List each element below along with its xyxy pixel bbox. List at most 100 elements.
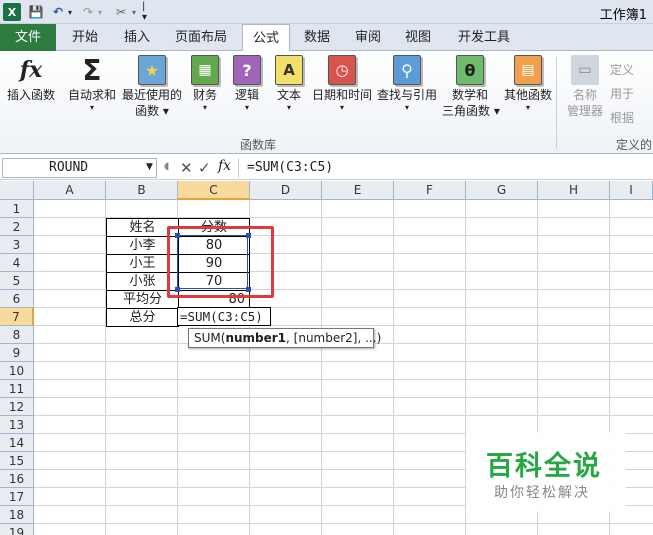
gridline-row bbox=[34, 361, 653, 362]
ribbon-formulas: fx 插入函数 Σ 自动求和 ▾ ★ 最近使用的 函数 ▾ ▦ 财务 ▾ ? 逻… bbox=[0, 51, 653, 154]
name-manager-label: 名称 bbox=[572, 88, 597, 102]
tab-page-layout[interactable]: 页面布局 bbox=[166, 24, 236, 51]
tooltip-rest: , [number2], ...) bbox=[286, 331, 382, 345]
column-header-c[interactable]: C bbox=[178, 181, 250, 200]
financial-label: 财务 bbox=[192, 88, 217, 102]
define-name-button[interactable]: 定义 bbox=[610, 61, 634, 78]
cell-b7[interactable]: 总分 bbox=[106, 308, 179, 327]
row-header-11[interactable]: 11 bbox=[0, 380, 34, 398]
function-tooltip: SUM(number1, [number2], ...) bbox=[188, 328, 381, 348]
gridline-row bbox=[34, 397, 653, 398]
use-in-formula-label: 用于 bbox=[610, 87, 635, 101]
row-header-4[interactable]: 4 bbox=[0, 254, 34, 272]
redo-dropdown-icon[interactable]: ▾ bbox=[96, 3, 104, 21]
lookup-reference-label: 查找与引用 bbox=[376, 88, 437, 102]
insert-function-label: 插入函数 bbox=[6, 88, 55, 102]
lookup-dropdown-icon: ▾ bbox=[404, 103, 409, 112]
redo-icon[interactable]: ↷ bbox=[80, 3, 96, 21]
tools-icon[interactable]: ✂ bbox=[112, 3, 130, 21]
name-box[interactable]: ROUND bbox=[2, 158, 157, 178]
tools-dropdown-icon[interactable]: ▾ bbox=[130, 3, 138, 21]
watermark-subtitle: 助你轻松解决 bbox=[494, 485, 590, 501]
sigma-icon: Σ bbox=[82, 53, 102, 87]
insert-function-button[interactable]: fx 插入函数 bbox=[4, 55, 58, 103]
column-header-h[interactable]: H bbox=[538, 181, 610, 200]
column-header-g[interactable]: G bbox=[466, 181, 538, 200]
save-icon[interactable]: 💾 bbox=[28, 3, 44, 21]
enter-icon[interactable]: ✓ bbox=[198, 159, 211, 177]
create-from-selection-button[interactable]: 根据 bbox=[610, 109, 634, 126]
row-header-2[interactable]: 2 bbox=[0, 218, 34, 236]
tab-data[interactable]: 数据 bbox=[296, 24, 338, 51]
row-header-19[interactable]: 19 bbox=[0, 524, 34, 535]
undo-dropdown-icon[interactable]: ▾ bbox=[66, 3, 74, 21]
column-header-a[interactable]: A bbox=[34, 181, 106, 200]
date-time-icon: ◷ bbox=[328, 55, 356, 85]
row-header-18[interactable]: 18 bbox=[0, 506, 34, 524]
name-manager-button[interactable]: ▭ 名称 管理器 bbox=[562, 55, 608, 119]
tab-insert[interactable]: 插入 bbox=[114, 24, 160, 51]
row-header-8[interactable]: 8 bbox=[0, 326, 34, 344]
watermark: 百科全说 助你轻松解决 bbox=[466, 432, 626, 512]
use-in-formula-button[interactable]: 用于 bbox=[610, 85, 634, 102]
column-header-f[interactable]: F bbox=[394, 181, 466, 200]
cell-c7-editor[interactable]: =SUM(C3:C5) bbox=[177, 307, 271, 326]
row-header-6[interactable]: 6 bbox=[0, 290, 34, 308]
column-header-b[interactable]: B bbox=[106, 181, 178, 200]
select-all-corner[interactable] bbox=[0, 181, 34, 200]
row-header-3[interactable]: 3 bbox=[0, 236, 34, 254]
name-box-dropdown-icon[interactable]: ▼ bbox=[146, 162, 153, 172]
customize-quick-access-icon[interactable]: |▾ bbox=[142, 1, 150, 23]
date-time-dropdown-icon: ▾ bbox=[339, 103, 344, 112]
recently-used-label2: 函数 ▾ bbox=[135, 104, 169, 118]
tooltip-current-arg[interactable]: number1 bbox=[225, 331, 286, 345]
row-header-9[interactable]: 9 bbox=[0, 344, 34, 362]
tab-view[interactable]: 视图 bbox=[396, 24, 440, 51]
row-header-16[interactable]: 16 bbox=[0, 470, 34, 488]
lookup-icon: ⚲ bbox=[393, 55, 421, 85]
column-header-d[interactable]: D bbox=[250, 181, 322, 200]
formula-input[interactable]: =SUM(C3:C5) bbox=[238, 158, 651, 178]
row-header-1[interactable]: 1 bbox=[0, 200, 34, 218]
row-header-17[interactable]: 17 bbox=[0, 488, 34, 506]
recently-used-button[interactable]: ★ 最近使用的 函数 ▾ bbox=[120, 55, 184, 119]
row-header-13[interactable]: 13 bbox=[0, 416, 34, 434]
create-from-selection-label: 根据 bbox=[610, 111, 635, 125]
lookup-reference-button[interactable]: ⚲ 查找与引用 ▾ bbox=[376, 55, 438, 113]
text-label: 文本 bbox=[276, 88, 301, 102]
more-functions-dropdown-icon: ▾ bbox=[525, 103, 530, 112]
financial-icon: ▦ bbox=[191, 55, 219, 85]
tab-formulas[interactable]: 公式 bbox=[242, 24, 290, 52]
undo-icon[interactable]: ↶ bbox=[50, 3, 66, 21]
row-header-7[interactable]: 7 bbox=[0, 308, 34, 326]
tab-review[interactable]: 审阅 bbox=[346, 24, 390, 51]
row-header-10[interactable]: 10 bbox=[0, 362, 34, 380]
math-trig-icon: θ bbox=[456, 55, 484, 85]
define-name-label: 定义 bbox=[610, 63, 635, 77]
fx-icon[interactable]: fx bbox=[218, 158, 231, 174]
tab-home[interactable]: 开始 bbox=[62, 24, 108, 51]
more-functions-button[interactable]: ▤ 其他函数 ▾ bbox=[502, 55, 554, 113]
text-button[interactable]: A 文本 ▾ bbox=[272, 55, 306, 113]
row-header-14[interactable]: 14 bbox=[0, 434, 34, 452]
excel-logo-icon[interactable]: X bbox=[3, 3, 21, 21]
tab-file[interactable]: 文件 bbox=[0, 24, 56, 51]
math-trig-button[interactable]: θ 数学和 三角函数 ▾ bbox=[442, 55, 500, 119]
date-time-button[interactable]: ◷ 日期和时间 ▾ bbox=[310, 55, 374, 113]
column-header-i[interactable]: I bbox=[610, 181, 653, 200]
autosum-label: 自动求和 bbox=[67, 88, 116, 102]
financial-button[interactable]: ▦ 财务 ▾ bbox=[188, 55, 222, 113]
row-header-12[interactable]: 12 bbox=[0, 398, 34, 416]
row-header-5[interactable]: 5 bbox=[0, 272, 34, 290]
math-trig-label2: 三角函数 ▾ bbox=[442, 104, 500, 118]
name-manager-icon: ▭ bbox=[571, 55, 599, 85]
tab-developer[interactable]: 开发工具 bbox=[448, 24, 520, 51]
watermark-title: 百科全说 bbox=[486, 451, 602, 482]
insert-function-icon: fx bbox=[19, 57, 43, 83]
column-header-e[interactable]: E bbox=[322, 181, 394, 200]
autosum-button[interactable]: Σ 自动求和 ▾ bbox=[66, 53, 118, 113]
cancel-icon[interactable]: ✕ bbox=[180, 159, 193, 177]
formula-bar-grip-icon[interactable]: ◖ bbox=[164, 161, 169, 172]
row-header-15[interactable]: 15 bbox=[0, 452, 34, 470]
logical-button[interactable]: ? 逻辑 ▾ bbox=[230, 55, 264, 113]
